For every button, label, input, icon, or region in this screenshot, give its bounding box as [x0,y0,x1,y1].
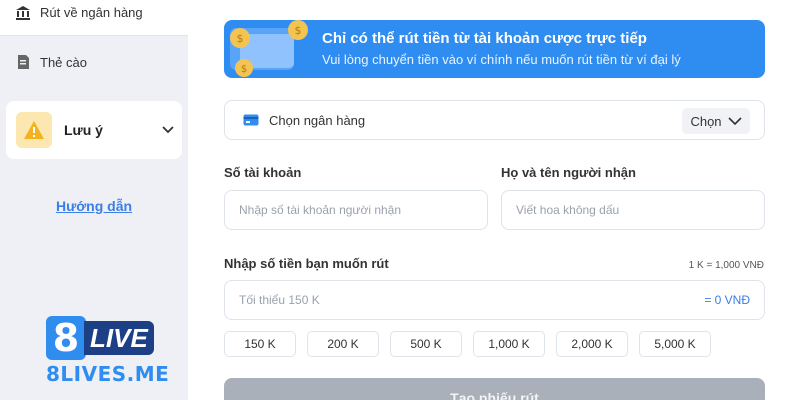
quick-amount-500k[interactable]: 500 K [390,331,462,357]
bank-select-label: Chọn ngân hàng [269,112,366,128]
logo-domain: 8LIVES.ME [46,362,170,386]
brand-logo: 8 LIVE 8LIVES.ME [46,316,170,390]
bank-icon [14,4,32,22]
recipient-name-input[interactable]: Viết hoa không dấu [501,190,765,230]
banner-title: Chỉ có thể rút tiền từ tài khoản cược tr… [322,30,647,47]
amount-input[interactable]: Tối thiểu 150 K = 0 VNĐ [224,280,765,320]
sidebar-item-bank-withdraw[interactable]: Rút về ngân hàng [0,0,188,36]
quick-amount-150k[interactable]: 150 K [224,331,296,357]
wallet-coins-icon: $ $ $ [230,20,308,77]
sidebar-item-phone-card[interactable]: Thẻ cào [0,39,188,85]
quick-amount-200k[interactable]: 200 K [307,331,379,357]
sidebar-item-label: Thẻ cào [40,54,87,70]
amount-placeholder: Tối thiểu 150 K [239,293,320,307]
logo-mark: 8 [46,316,86,360]
recipient-label: Họ và tên người nhận [501,165,636,180]
svg-text:$: $ [237,32,244,45]
exchange-rate: 1 K = 1,000 VNĐ [688,260,764,271]
banner-subtitle: Vui lòng chuyển tiền vào ví chính nếu mu… [322,52,681,67]
guide-link[interactable]: Hướng dẫn [0,198,188,214]
quick-amount-5000k[interactable]: 5,000 K [639,331,711,357]
account-label: Số tài khoản [224,165,302,180]
note-label: Lưu ý [64,122,103,138]
sidebar-item-label: Rút về ngân hàng [40,5,143,20]
create-withdraw-button[interactable]: Tạo phiếu rút [224,378,765,400]
account-number-input[interactable]: Nhập số tài khoản người nhận [224,190,488,230]
sidebar: Rút về ngân hàng Thẻ cào Lưu ý Hướng dẫn… [0,0,188,400]
quick-amount-1000k[interactable]: 1,000 K [473,331,545,357]
bank-select[interactable]: Chọn ngân hàng Chọn [224,100,765,140]
amount-converted: = 0 VNĐ [704,293,750,307]
logo-live-text: LIVE [84,321,154,355]
svg-text:$: $ [295,24,302,37]
note-dropdown[interactable]: Lưu ý [6,101,182,159]
credit-card-icon [243,114,259,126]
svg-text:$: $ [241,64,247,75]
info-banner: $ $ $ Chỉ có thể rút tiền từ tài khoản c… [224,20,765,78]
choose-bank-button[interactable]: Chọn [682,108,750,134]
warning-icon [16,112,52,148]
chevron-down-icon[interactable] [154,126,182,134]
amount-label: Nhập số tiền bạn muốn rút [224,256,389,271]
chevron-down-icon [727,116,742,125]
phone-card-icon [14,53,32,71]
account-placeholder: Nhập số tài khoản người nhận [239,203,402,217]
recipient-placeholder: Viết hoa không dấu [516,203,620,217]
choose-bank-label: Chọn [690,113,722,129]
quick-amount-2000k[interactable]: 2,000 K [556,331,628,357]
create-withdraw-label: Tạo phiếu rút [450,390,539,400]
